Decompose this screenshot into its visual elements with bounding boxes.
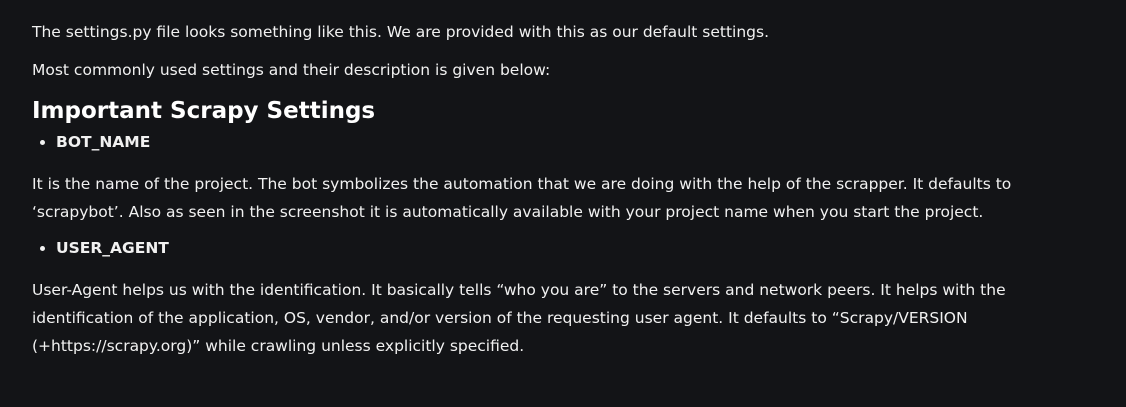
setting-list-bot-name: BOT_NAME	[32, 130, 1092, 154]
intro-paragraph-2: Most commonly used settings and their de…	[32, 61, 551, 79]
setting-name-user-agent: USER_AGENT	[56, 236, 1092, 260]
article-content: The settings.py file looks something lik…	[32, 18, 1092, 360]
setting-description-bot-name: It is the name of the project. The bot s…	[32, 175, 1012, 221]
setting-list-user-agent: USER_AGENT	[32, 236, 1092, 260]
setting-description-user-agent: User-Agent helps us with the identificat…	[32, 281, 1006, 355]
intro-paragraph-1: The settings.py file looks something lik…	[32, 23, 770, 41]
setting-name-bot-name: BOT_NAME	[56, 130, 1092, 154]
section-heading: Important Scrapy Settings	[32, 98, 376, 124]
